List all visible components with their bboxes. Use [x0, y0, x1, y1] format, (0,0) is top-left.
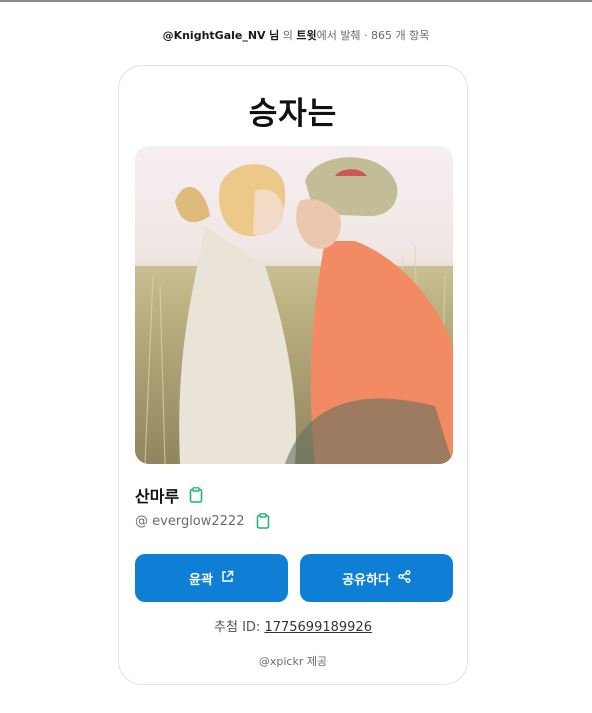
- draw-id-label: 추첨 ID:: [214, 620, 261, 635]
- header-caption: @KnightGale_NV 님 의 트윗에서 발췌 · 865 개 항목: [0, 27, 592, 43]
- external-link-icon: [221, 570, 234, 587]
- header-honorific: 님: [269, 29, 280, 42]
- clipboard-icon[interactable]: [189, 487, 203, 503]
- header-suffix: 에서 발췌 · 865 개 항목: [316, 29, 430, 42]
- share-icon: [398, 569, 411, 587]
- draw-id-link[interactable]: 1775699189926: [264, 620, 372, 635]
- provided-by[interactable]: @xpickr 제공: [119, 653, 467, 669]
- winner-handle-row: @ everglow2222: [135, 513, 270, 529]
- clipboard-icon[interactable]: [256, 513, 270, 529]
- top-border: [0, 0, 592, 2]
- share-label: 공유하다: [342, 572, 390, 588]
- open-profile-button[interactable]: 윤곽: [135, 554, 288, 602]
- header-particle: 의: [282, 29, 293, 42]
- header-handle[interactable]: @KnightGale_NV: [163, 29, 266, 42]
- winner-name-row: 산마루: [135, 483, 203, 507]
- winner-name: 산마루: [135, 487, 180, 506]
- photo-illustration: [135, 146, 453, 464]
- winner-handle[interactable]: @ everglow2222: [135, 514, 244, 529]
- open-profile-label: 윤곽: [189, 572, 213, 588]
- winner-photo: [135, 146, 453, 464]
- draw-id-row: 추첨 ID: 1775699189926: [119, 616, 467, 635]
- card-title: 승자는: [248, 96, 338, 132]
- header-tweet-link[interactable]: 트윗: [296, 29, 316, 42]
- share-button[interactable]: 공유하다: [300, 554, 453, 602]
- winner-card: 승자는 산마루 @ everglow2222 윤곽 공유하다 추첨 ID: 17…: [118, 65, 468, 685]
